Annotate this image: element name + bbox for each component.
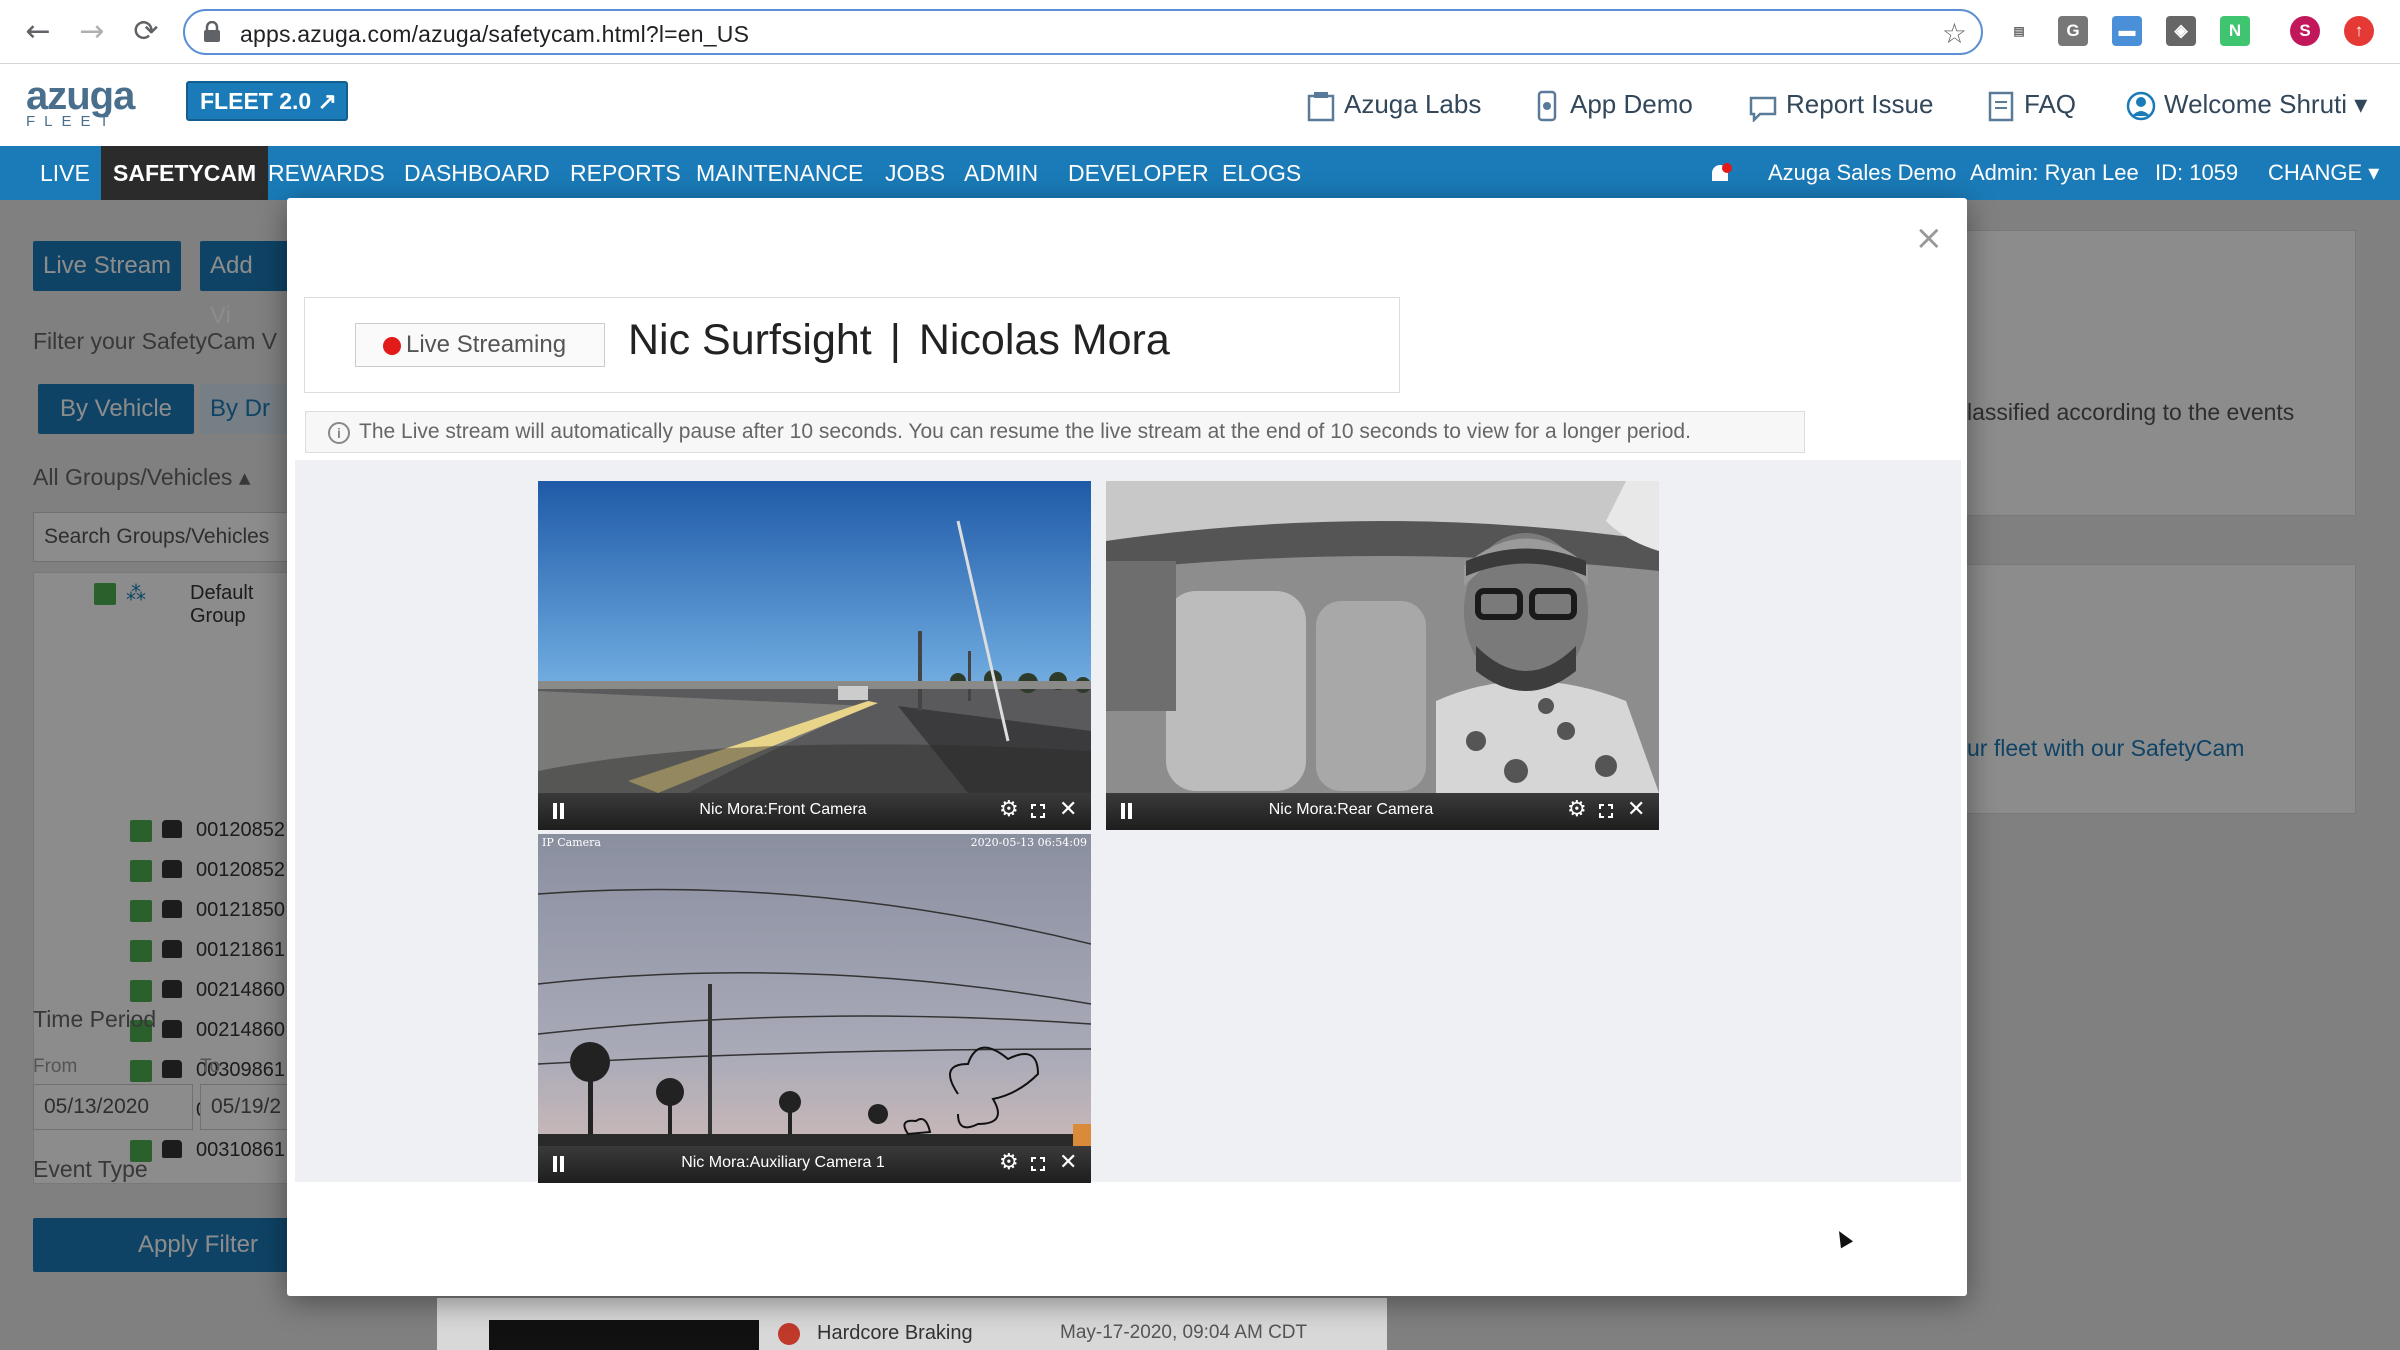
bookmark-star-icon[interactable]: ☆	[1942, 17, 1967, 50]
nav-jobs[interactable]: JOBS	[873, 146, 957, 200]
azuga-labs-label: Azuga Labs	[1344, 89, 1482, 119]
driver-name: Nicolas Mora	[918, 316, 1170, 364]
nav-admin[interactable]: ADMIN	[952, 146, 1050, 200]
live-stream-modal: × Live Streaming Nic Surfsight | Nicolas…	[287, 198, 1967, 1296]
nav-maintenance[interactable]: MAINTENANCE	[684, 146, 875, 200]
azuga-logo[interactable]: azuga FLEET	[26, 74, 135, 134]
camera-label: Nic Mora:Rear Camera	[1268, 801, 1434, 818]
report-icon	[1749, 96, 1777, 123]
settings-gear-icon[interactable]: ⚙	[1567, 797, 1587, 822]
faq-icon	[1988, 91, 2014, 122]
external-link-icon: ↗	[317, 88, 337, 114]
stream-info-text: The Live stream will automatically pause…	[359, 420, 1691, 443]
close-icon[interactable]: ✕	[1627, 797, 1645, 822]
grammarly-extension-icon[interactable]: G	[2058, 16, 2088, 46]
update-icon[interactable]: ↑	[2344, 16, 2374, 46]
back-icon[interactable]: ←	[20, 14, 56, 50]
event-thumbnail[interactable]	[489, 1320, 759, 1350]
faq-link[interactable]: FAQ	[1986, 86, 2076, 122]
welcome-label: Welcome Shruti ▾	[2164, 89, 2368, 119]
admin-name: Admin: Ryan Lee	[1970, 160, 2139, 185]
faq-label: FAQ	[2024, 89, 2077, 119]
rear-camera-player[interactable]: Nic Mora:Rear Camera ⚙ ✕	[1106, 481, 1659, 830]
nav-developer[interactable]: DEVELOPER	[1056, 146, 1221, 200]
rear-camera-feed	[1106, 481, 1659, 793]
info-icon: i	[328, 422, 350, 444]
extension-icon[interactable]: ▤	[2004, 16, 2034, 46]
logo-subtext: FLEET	[26, 113, 118, 130]
calendar-extension-icon[interactable]: ▬	[2112, 16, 2142, 46]
title-separator: |	[889, 316, 901, 364]
video-grid: Nic Mora:Front Camera ⚙ ✕ Nic Mora:Rear …	[295, 460, 1961, 1183]
settings-gear-icon[interactable]: ⚙	[999, 797, 1019, 822]
camera-label: Nic Mora:Front Camera	[699, 801, 867, 818]
app-demo-link[interactable]: App Demo	[1532, 86, 1693, 122]
user-avatar-icon	[2126, 91, 2156, 121]
location-extension-icon[interactable]: ◈	[2166, 16, 2196, 46]
player-controls: Nic Mora:Auxiliary Camera 1 ⚙ ✕	[538, 1146, 1091, 1183]
live-streaming-badge: Live Streaming	[355, 323, 605, 367]
modal-close-button[interactable]: ×	[1915, 218, 1944, 258]
nav-safetycam[interactable]: SAFETYCAM	[101, 146, 269, 200]
fullscreen-icon[interactable]	[1598, 803, 1614, 819]
event-row[interactable]: Hardcore Braking May-17-2020, 09:04 AM C…	[437, 1298, 1387, 1350]
player-controls: Nic Mora:Front Camera ⚙ ✕	[538, 793, 1091, 830]
forward-icon[interactable]: →	[74, 14, 110, 50]
labs-icon	[1307, 92, 1335, 122]
app-demo-label: App Demo	[1570, 89, 1693, 119]
auxiliary-camera-feed	[538, 834, 1091, 1146]
url-text: apps.azuga.com/azuga/safetycam.html?l=en…	[240, 21, 750, 47]
fleet-version-label: FLEET 2.0	[200, 88, 312, 114]
event-time-label: May-17-2020, 09:04 AM CDT	[1060, 1322, 1308, 1343]
settings-gear-icon[interactable]: ⚙	[999, 1150, 1019, 1175]
vehicle-name: Nic Surfsight	[628, 316, 872, 364]
osd-camera-name: IP Camera	[542, 836, 601, 849]
nav-reports[interactable]: REPORTS	[558, 146, 693, 200]
fullscreen-icon[interactable]	[1030, 803, 1046, 819]
user-menu[interactable]: Welcome Shruti ▾	[2126, 86, 2367, 122]
report-issue-link[interactable]: Report Issue	[1748, 86, 1934, 123]
notion-extension-icon[interactable]: N	[2220, 16, 2250, 46]
stream-title-box: Live Streaming Nic Surfsight | Nicolas M…	[304, 297, 1400, 393]
nav-dashboard[interactable]: DASHBOARD	[392, 146, 562, 200]
auxiliary-camera-player[interactable]: IP Camera 2020-05-13 06:54:09 Nic Mora:A…	[538, 834, 1091, 1183]
hard-braking-icon	[778, 1323, 800, 1345]
nav-elogs[interactable]: ELOGS	[1210, 146, 1313, 200]
azuga-labs-link[interactable]: Azuga Labs	[1306, 86, 1481, 122]
reload-icon[interactable]: ⟳	[128, 14, 164, 50]
lock-icon	[204, 21, 220, 42]
event-type-label: Hardcore Braking	[817, 1322, 973, 1344]
camera-label: Nic Mora:Auxiliary Camera 1	[681, 1154, 885, 1171]
player-controls: Nic Mora:Rear Camera ⚙ ✕	[1106, 793, 1659, 830]
account-id: ID: 1059	[2155, 160, 2239, 185]
osd-timestamp: 2020-05-13 06:54:09	[970, 836, 1087, 849]
mouse-cursor-icon	[1832, 1227, 1854, 1249]
address-bar[interactable]: apps.azuga.com/azuga/safetycam.html?l=en…	[183, 9, 1983, 55]
nav-live[interactable]: LIVE	[28, 146, 102, 200]
phone-icon	[1537, 90, 1557, 122]
close-icon[interactable]: ✕	[1059, 797, 1077, 822]
live-indicator-icon	[383, 337, 401, 355]
front-camera-player[interactable]: Nic Mora:Front Camera ⚙ ✕	[538, 481, 1091, 830]
notification-bell-icon[interactable]	[1706, 161, 1734, 189]
front-camera-feed	[538, 481, 1091, 793]
close-icon[interactable]: ✕	[1059, 1150, 1077, 1175]
app-header: azuga FLEET FLEET 2.0 ↗ Azuga Labs App D…	[0, 64, 2400, 146]
profile-avatar[interactable]: S	[2290, 16, 2320, 46]
main-navigation: LIVE SAFETYCAM REWARDS DASHBOARD REPORTS…	[0, 146, 2400, 200]
stream-title: Nic Surfsight | Nicolas Mora	[628, 316, 1170, 365]
change-account-button[interactable]: CHANGE ▾	[2268, 146, 2379, 200]
nav-rewards[interactable]: REWARDS	[256, 146, 397, 200]
browser-toolbar: ← → ⟳ apps.azuga.com/azuga/safetycam.htm…	[0, 0, 2400, 64]
live-badge-label: Live Streaming	[406, 331, 567, 358]
stream-info-banner: i The Live stream will automatically pau…	[305, 411, 1805, 453]
fullscreen-icon[interactable]	[1030, 1156, 1046, 1172]
report-issue-label: Report Issue	[1786, 89, 1934, 119]
account-name: Azuga Sales Demo	[1768, 160, 1957, 185]
fleet-version-button[interactable]: FLEET 2.0 ↗	[186, 81, 348, 121]
